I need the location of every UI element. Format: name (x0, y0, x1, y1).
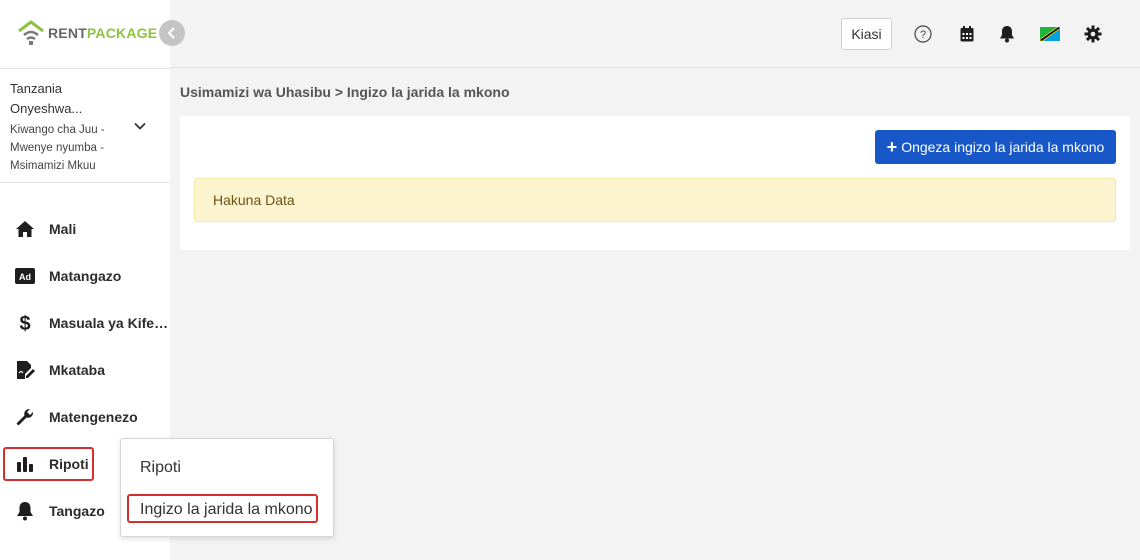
house-wifi-logo-icon (18, 20, 44, 45)
bell-icon (14, 500, 36, 522)
sidebar-item-mkataba[interactable]: Mkataba (0, 346, 170, 393)
svg-text:?: ? (920, 29, 926, 41)
contract-icon (14, 359, 36, 381)
home-icon (14, 218, 36, 240)
empty-state-message: Hakuna Data (194, 178, 1116, 222)
svg-text:$: $ (19, 313, 30, 334)
brand-name: RENTPACKAGE (48, 25, 157, 41)
add-journal-entry-label: Ongeza ingizo la jarida la mkono (901, 139, 1105, 155)
account-name: Onyeshwa... (10, 101, 83, 116)
sidebar-item-label: Tangazo (49, 502, 105, 519)
top-header: Kiasi ? (170, 0, 1140, 68)
breadcrumb-root[interactable]: Usimamizi wa Uhasibu (180, 84, 331, 100)
collapse-sidebar-button[interactable] (159, 20, 185, 46)
help-icon[interactable]: ? (913, 24, 933, 44)
breadcrumb-separator: > (334, 84, 344, 100)
highlight-frame (3, 447, 94, 481)
sidebar-item-label: Matangazo (49, 267, 122, 284)
breadcrumb-current: Ingizo la jarida la mkono (346, 84, 510, 100)
sidebar-item-mali[interactable]: Mali (0, 205, 170, 252)
submenu-item-ripoti[interactable]: Ripoti (140, 459, 181, 477)
account-role: Kiwango cha Juu - Mwenye nyumba - Msimam… (10, 124, 105, 172)
plus-icon: + (886, 137, 898, 157)
account-country: Tanzania (10, 81, 63, 96)
calendar-icon[interactable] (957, 24, 977, 44)
notification-bell-icon[interactable] (997, 24, 1017, 44)
sidebar-item-matangazo[interactable]: Ad Matangazo (0, 252, 170, 299)
brand-logo[interactable]: RENTPACKAGE (16, 18, 157, 48)
sidebar-item-label: Masuala ya Kifed... (49, 314, 170, 331)
reports-submenu: Ripoti Ingizo la jarida la mkono (120, 438, 334, 537)
brand-name-part1: RENT (48, 25, 87, 41)
sidebar-item-masuala-ya-kifedha[interactable]: $ Masuala ya Kifed... (0, 299, 170, 346)
chevron-down-icon[interactable] (133, 119, 147, 133)
brand-name-part2: PACKAGE (86, 25, 158, 41)
svg-text:Ad: Ad (19, 272, 31, 282)
sidebar-item-label: Matengenezo (49, 408, 138, 425)
settings-gear-icon[interactable] (1083, 24, 1103, 44)
breadcrumb: Usimamizi wa Uhasibu > Ingizo la jarida … (180, 84, 510, 100)
kiasi-button[interactable]: Kiasi (841, 18, 892, 50)
wrench-icon (14, 406, 36, 428)
sidebar-item-label: Mkataba (49, 361, 106, 378)
dollar-icon: $ (14, 312, 36, 334)
submenu-item-journal-entry[interactable]: Ingizo la jarida la mkono (140, 501, 313, 519)
account-selector[interactable]: Tanzania Onyeshwa... Kiwango cha Juu - M… (0, 68, 170, 183)
chevron-left-icon (167, 27, 175, 39)
ad-icon: Ad (14, 265, 36, 287)
journal-entries-card: + Ongeza ingizo la jarida la mkono Hakun… (180, 116, 1130, 250)
sidebar-item-label: Mali (49, 220, 77, 237)
add-journal-entry-button[interactable]: + Ongeza ingizo la jarida la mkono (875, 130, 1116, 164)
sidebar-item-matengenezo[interactable]: Matengenezo (0, 393, 170, 440)
tanzania-flag-icon[interactable] (1039, 24, 1061, 44)
